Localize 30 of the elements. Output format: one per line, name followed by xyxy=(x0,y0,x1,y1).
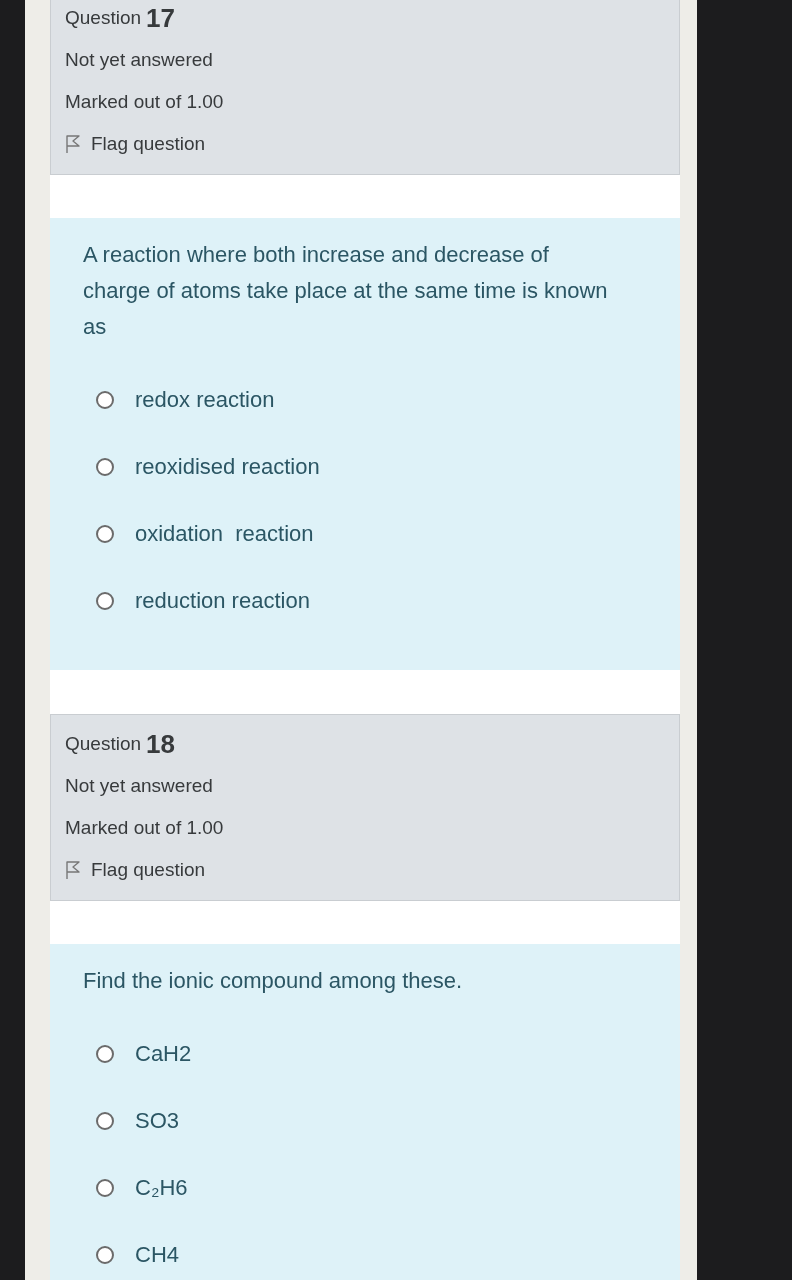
flag-icon[interactable] xyxy=(65,860,81,880)
radio-button[interactable] xyxy=(96,1245,114,1264)
flag-question-link[interactable]: Flag question xyxy=(91,133,206,155)
question-number: 17 xyxy=(146,2,175,34)
radio-button[interactable] xyxy=(96,591,114,610)
flag-question-link[interactable]: Flag question xyxy=(91,859,206,881)
option-label[interactable]: SO3 xyxy=(135,1107,180,1134)
radio-button[interactable] xyxy=(96,1111,114,1130)
marks-text: Marked out of 1.00 xyxy=(65,91,224,113)
marks-text: Marked out of 1.00 xyxy=(65,817,224,839)
question-text: Find the ionic compound among these. xyxy=(83,967,464,995)
answer-status: Not yet answered xyxy=(65,775,213,797)
option-label[interactable]: CH4 xyxy=(135,1241,179,1268)
option-label[interactable]: reoxidised reaction xyxy=(135,453,320,480)
flag-icon[interactable] xyxy=(65,134,81,154)
question-text: A reaction where both increase and decrease of charge of atoms take place at the same time is known as xyxy=(83,241,609,341)
question-label: Question xyxy=(65,733,142,755)
radio-button[interactable] xyxy=(96,390,114,409)
radio-button[interactable] xyxy=(96,1044,114,1063)
question-number: 18 xyxy=(146,728,175,760)
question-label: Question xyxy=(65,7,142,29)
radio-button[interactable] xyxy=(96,1178,114,1197)
option-label[interactable]: oxidation reaction xyxy=(135,520,314,547)
option-label[interactable]: reduction reaction xyxy=(135,587,310,614)
radio-button[interactable] xyxy=(96,524,114,543)
option-label[interactable]: redox reaction xyxy=(135,386,275,413)
option-label[interactable]: CaH2 xyxy=(135,1040,192,1067)
radio-button[interactable] xyxy=(96,457,114,476)
option-label[interactable]: C₂H6 xyxy=(135,1174,188,1201)
answer-status: Not yet answered xyxy=(65,49,213,71)
